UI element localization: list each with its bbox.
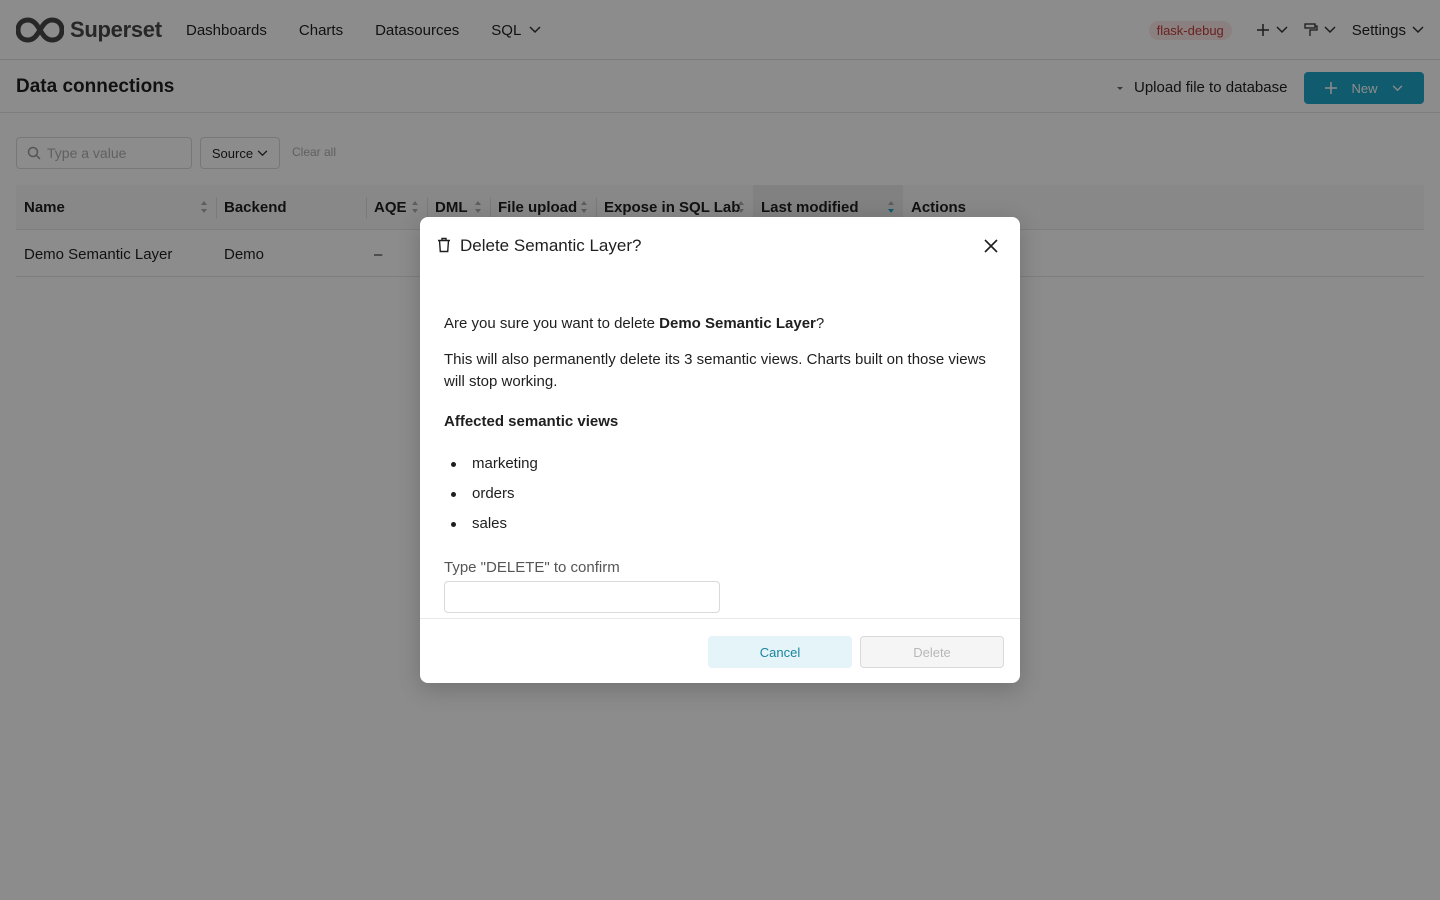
question-target: Demo Semantic Layer bbox=[659, 315, 816, 332]
delete-button[interactable]: Delete bbox=[860, 636, 1004, 668]
delete-semantic-layer-modal: Delete Semantic Layer? Are you sure you … bbox=[420, 217, 1020, 683]
modal-body: Are you sure you want to delete Demo Sem… bbox=[444, 313, 996, 613]
affected-views-list: marketing orders sales bbox=[444, 453, 996, 543]
confirm-label: Type "DELETE" to confirm bbox=[444, 559, 620, 576]
list-item: orders bbox=[444, 483, 996, 513]
delete-question: Are you sure you want to delete Demo Sem… bbox=[444, 313, 996, 335]
list-item: marketing bbox=[444, 453, 996, 483]
close-icon[interactable] bbox=[983, 238, 999, 254]
list-item: sales bbox=[444, 513, 996, 543]
question-prefix: Are you sure you want to delete bbox=[444, 315, 660, 332]
modal-title: Delete Semantic Layer? bbox=[460, 236, 642, 255]
delete-confirm-input[interactable] bbox=[444, 581, 720, 613]
modal-header: Delete Semantic Layer? bbox=[420, 217, 1020, 275]
question-suffix: ? bbox=[815, 315, 825, 332]
cancel-button[interactable]: Cancel bbox=[708, 636, 852, 668]
affected-views-label: Affected semantic views bbox=[444, 413, 619, 430]
delete-warning: This will also permanently delete its 3 … bbox=[444, 351, 986, 390]
trash-icon bbox=[438, 237, 450, 253]
modal-footer: Cancel Delete bbox=[420, 618, 1020, 683]
